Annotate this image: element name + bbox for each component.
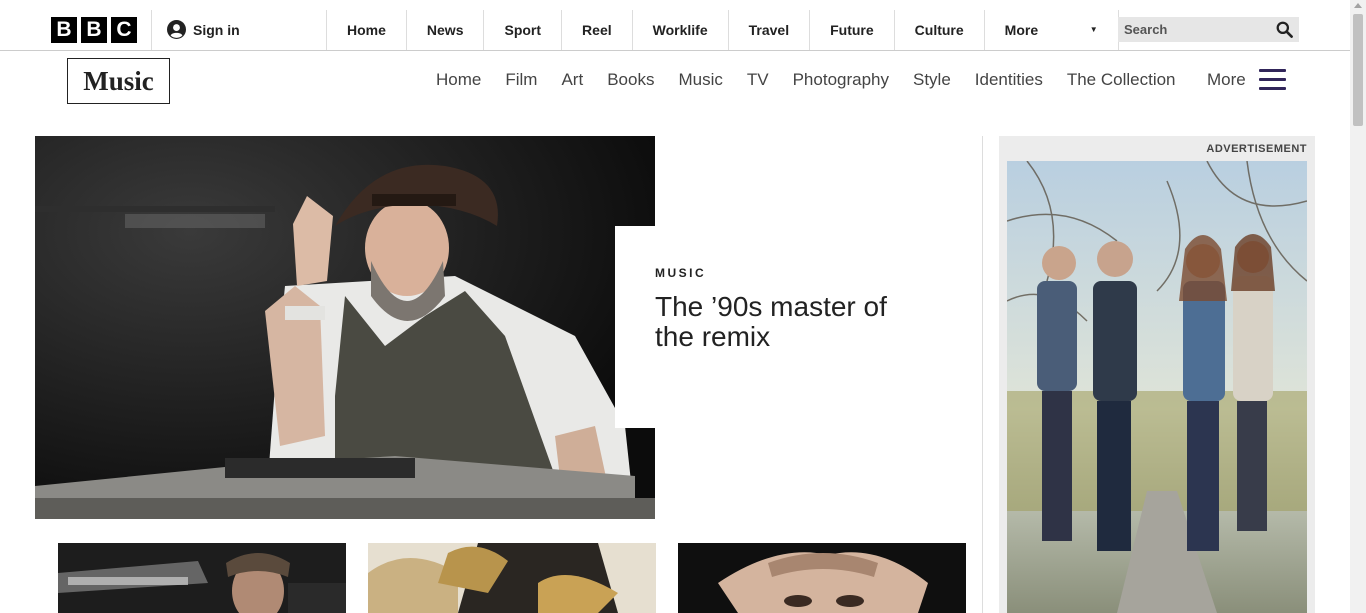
global-nav-worklife[interactable]: Worklife <box>631 10 728 50</box>
section-nav-home[interactable]: Home <box>436 70 481 90</box>
section-nav-the-collection[interactable]: The Collection <box>1067 70 1176 90</box>
advertisement-label: ADVERTISEMENT <box>1206 143 1307 155</box>
page-scrollbar[interactable] <box>1350 0 1366 613</box>
global-nav-culture[interactable]: Culture <box>893 10 984 50</box>
story-card-thumb[interactable] <box>678 543 966 613</box>
global-nav: Home News Sport Reel Worklife Travel Fut… <box>326 10 1119 50</box>
woman-with-trophies-photo <box>368 543 656 613</box>
section-nav-style[interactable]: Style <box>913 70 951 90</box>
section-logo[interactable]: Music <box>67 58 170 104</box>
dj-photo <box>35 136 655 519</box>
global-nav-more[interactable]: More ▼ <box>983 10 1119 50</box>
section-nav-photography[interactable]: Photography <box>793 70 889 90</box>
hero-image[interactable] <box>35 136 655 519</box>
sign-in-label: Sign in <box>193 21 240 38</box>
section-nav-books[interactable]: Books <box>607 70 654 90</box>
global-header: B B C Sign in Home News Sport Reel Workl… <box>0 0 1350 51</box>
global-nav-news[interactable]: News <box>405 10 484 50</box>
search-input[interactable] <box>1124 22 1264 37</box>
global-nav-travel[interactable]: Travel <box>727 10 809 50</box>
bbc-logo-letter: B <box>81 17 107 43</box>
hamburger-icon <box>1258 69 1286 90</box>
section-nav-art[interactable]: Art <box>561 70 583 90</box>
global-nav-sport[interactable]: Sport <box>483 10 561 50</box>
section-nav: Home Film Art Books Music TV Photography… <box>436 70 1200 90</box>
advertisement: ADVERTISEMENT <box>999 136 1315 613</box>
global-nav-future[interactable]: Future <box>809 10 894 50</box>
divider <box>151 10 152 50</box>
hero-title[interactable]: The ’90s master of the remix <box>655 292 915 352</box>
search-box <box>1118 17 1299 42</box>
global-nav-home[interactable]: Home <box>326 10 406 50</box>
column-divider <box>982 136 983 613</box>
section-nav-identities[interactable]: Identities <box>975 70 1043 90</box>
section-more-menu[interactable]: More <box>1207 69 1286 90</box>
search-icon[interactable] <box>1276 21 1293 38</box>
bbc-logo-letter: B <box>51 17 77 43</box>
advertisement-image[interactable] <box>1007 161 1307 613</box>
caret-down-icon: ▼ <box>1089 25 1098 34</box>
man-with-gun-photo <box>58 543 346 613</box>
section-nav-music[interactable]: Music <box>678 70 722 90</box>
section-more-label: More <box>1207 69 1246 89</box>
ad-photo <box>1007 161 1307 613</box>
global-nav-reel[interactable]: Reel <box>561 10 632 50</box>
global-nav-more-label: More <box>1004 22 1039 38</box>
section-nav-tv[interactable]: TV <box>747 70 769 90</box>
user-icon <box>167 20 186 39</box>
scroll-up-arrow-icon[interactable] <box>1354 3 1362 8</box>
hero-kicker[interactable]: Music <box>655 266 935 280</box>
story-card-thumb[interactable] <box>58 543 346 613</box>
sign-in-link[interactable]: Sign in <box>167 20 240 39</box>
section-nav-film[interactable]: Film <box>505 70 537 90</box>
bbc-logo-letter: C <box>111 17 137 43</box>
hero-card[interactable]: Music The ’90s master of the remix <box>615 226 935 428</box>
man-hands-on-head-photo <box>678 543 966 613</box>
bbc-logo[interactable]: B B C <box>51 17 137 43</box>
story-card-thumb[interactable] <box>368 543 656 613</box>
scroll-thumb[interactable] <box>1353 14 1363 126</box>
